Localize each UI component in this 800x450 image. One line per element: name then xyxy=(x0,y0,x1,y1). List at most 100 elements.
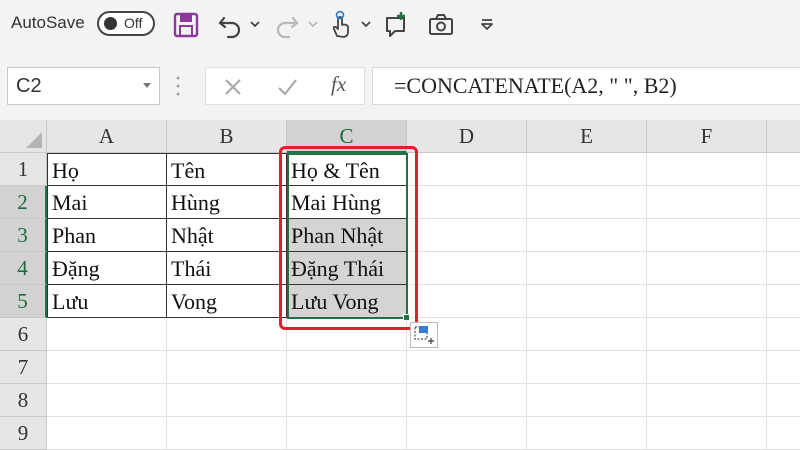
column-header-d[interactable]: D xyxy=(407,120,527,153)
touch-mode-icon[interactable] xyxy=(326,10,356,40)
cell-d1[interactable] xyxy=(407,153,527,186)
cell-d8[interactable] xyxy=(407,384,527,417)
cell-c1[interactable]: Họ & Tên xyxy=(287,153,407,186)
cell-g1[interactable] xyxy=(767,153,800,186)
row-header-1[interactable]: 1 xyxy=(0,153,47,186)
autosave-toggle[interactable]: Off xyxy=(97,11,155,36)
cell-c7[interactable] xyxy=(287,351,407,384)
cell-g6[interactable] xyxy=(767,318,800,351)
redo-dropdown-icon[interactable] xyxy=(307,17,319,31)
insert-function-button[interactable]: fx xyxy=(331,72,346,97)
cell-b7[interactable] xyxy=(167,351,287,384)
cancel-icon[interactable] xyxy=(220,74,246,100)
name-box-dropdown-icon[interactable] xyxy=(143,83,151,89)
cell-f6[interactable] xyxy=(647,318,767,351)
column-header-g[interactable] xyxy=(767,120,800,153)
cell-c5[interactable]: Lưu Vong xyxy=(287,285,407,318)
cell-d3[interactable] xyxy=(407,219,527,252)
fill-handle[interactable] xyxy=(403,314,410,321)
cell-e8[interactable] xyxy=(527,384,647,417)
cell-e5[interactable] xyxy=(527,285,647,318)
row-header-8[interactable]: 8 xyxy=(0,384,47,417)
touch-mode-dropdown-icon[interactable] xyxy=(360,17,372,31)
cell-d2[interactable] xyxy=(407,186,527,219)
row-header-9[interactable]: 9 xyxy=(0,417,47,450)
cell-c3[interactable]: Phan Nhật xyxy=(287,219,407,252)
row-header-7[interactable]: 7 xyxy=(0,351,47,384)
cell-f8[interactable] xyxy=(647,384,767,417)
cell-d9[interactable] xyxy=(407,417,527,450)
row-header-3[interactable]: 3 xyxy=(0,219,47,252)
cell-f2[interactable] xyxy=(647,186,767,219)
cell-a6[interactable] xyxy=(47,318,167,351)
cell-f4[interactable] xyxy=(647,252,767,285)
camera-icon[interactable] xyxy=(426,10,456,40)
cell-a7[interactable] xyxy=(47,351,167,384)
quick-analysis-icon[interactable] xyxy=(410,322,438,348)
row-header-4[interactable]: 4 xyxy=(0,252,47,285)
cell-g5[interactable] xyxy=(767,285,800,318)
cell-c2[interactable]: Mai Hùng xyxy=(287,186,407,219)
cell-e4[interactable] xyxy=(527,252,647,285)
cell-e9[interactable] xyxy=(527,417,647,450)
cell-b2[interactable]: Hùng xyxy=(167,186,287,219)
redo-icon[interactable] xyxy=(272,10,302,40)
cell-g4[interactable] xyxy=(767,252,800,285)
cell-g3[interactable] xyxy=(767,219,800,252)
cell-e7[interactable] xyxy=(527,351,647,384)
cell-e2[interactable] xyxy=(527,186,647,219)
row-header-6[interactable]: 6 xyxy=(0,318,47,351)
cell-a4[interactable]: Đặng xyxy=(47,252,167,285)
name-box[interactable]: C2 xyxy=(7,67,160,105)
formula-input[interactable]: =CONCATENATE(A2, " ", B2) xyxy=(372,67,800,105)
cell-b5[interactable]: Vong xyxy=(167,285,287,318)
cell-e1[interactable] xyxy=(527,153,647,186)
cell-d7[interactable] xyxy=(407,351,527,384)
column-header-e[interactable]: E xyxy=(527,120,647,153)
worksheet-grid: A B C D E F 1 2 3 4 5 6 7 8 9 Họ Tên Họ … xyxy=(0,120,800,450)
cell-f7[interactable] xyxy=(647,351,767,384)
cell-g9[interactable] xyxy=(767,417,800,450)
cell-b3[interactable]: Nhật xyxy=(167,219,287,252)
column-header-f[interactable]: F xyxy=(647,120,767,153)
cell-c4[interactable]: Đặng Thái xyxy=(287,252,407,285)
cell-a2[interactable]: Mai xyxy=(47,186,167,219)
select-all-button[interactable] xyxy=(0,120,47,153)
undo-icon[interactable] xyxy=(215,10,245,40)
save-icon[interactable] xyxy=(171,10,201,40)
row-header-5[interactable]: 5 xyxy=(0,285,47,318)
cell-f9[interactable] xyxy=(647,417,767,450)
cell-g8[interactable] xyxy=(767,384,800,417)
cell-b4[interactable]: Thái xyxy=(167,252,287,285)
cell-c8[interactable] xyxy=(287,384,407,417)
cell-d4[interactable] xyxy=(407,252,527,285)
enter-check-icon[interactable] xyxy=(274,74,300,100)
cell-c9[interactable] xyxy=(287,417,407,450)
cell-g2[interactable] xyxy=(767,186,800,219)
cell-d5[interactable] xyxy=(407,285,527,318)
cell-a8[interactable] xyxy=(47,384,167,417)
cell-f5[interactable] xyxy=(647,285,767,318)
cell-e6[interactable] xyxy=(527,318,647,351)
cell-b9[interactable] xyxy=(167,417,287,450)
column-header-b[interactable]: B xyxy=(167,120,287,153)
cell-c6[interactable] xyxy=(287,318,407,351)
cell-f1[interactable] xyxy=(647,153,767,186)
cell-a9[interactable] xyxy=(47,417,167,450)
cell-e3[interactable] xyxy=(527,219,647,252)
cell-a3[interactable]: Phan xyxy=(47,219,167,252)
cell-f3[interactable] xyxy=(647,219,767,252)
row-header-2[interactable]: 2 xyxy=(0,186,47,219)
cell-g7[interactable] xyxy=(767,351,800,384)
cell-b1[interactable]: Tên xyxy=(167,153,287,186)
cell-b8[interactable] xyxy=(167,384,287,417)
undo-dropdown-icon[interactable] xyxy=(249,17,261,31)
column-header-c[interactable]: C xyxy=(287,120,407,153)
cell-a5[interactable]: Lưu xyxy=(47,285,167,318)
cell-a1[interactable]: Họ xyxy=(47,153,167,186)
resize-grip-icon[interactable] xyxy=(175,74,181,98)
cell-b6[interactable] xyxy=(167,318,287,351)
column-header-a[interactable]: A xyxy=(47,120,167,153)
customize-qat-icon[interactable] xyxy=(472,10,502,40)
new-comment-icon[interactable] xyxy=(382,10,412,40)
